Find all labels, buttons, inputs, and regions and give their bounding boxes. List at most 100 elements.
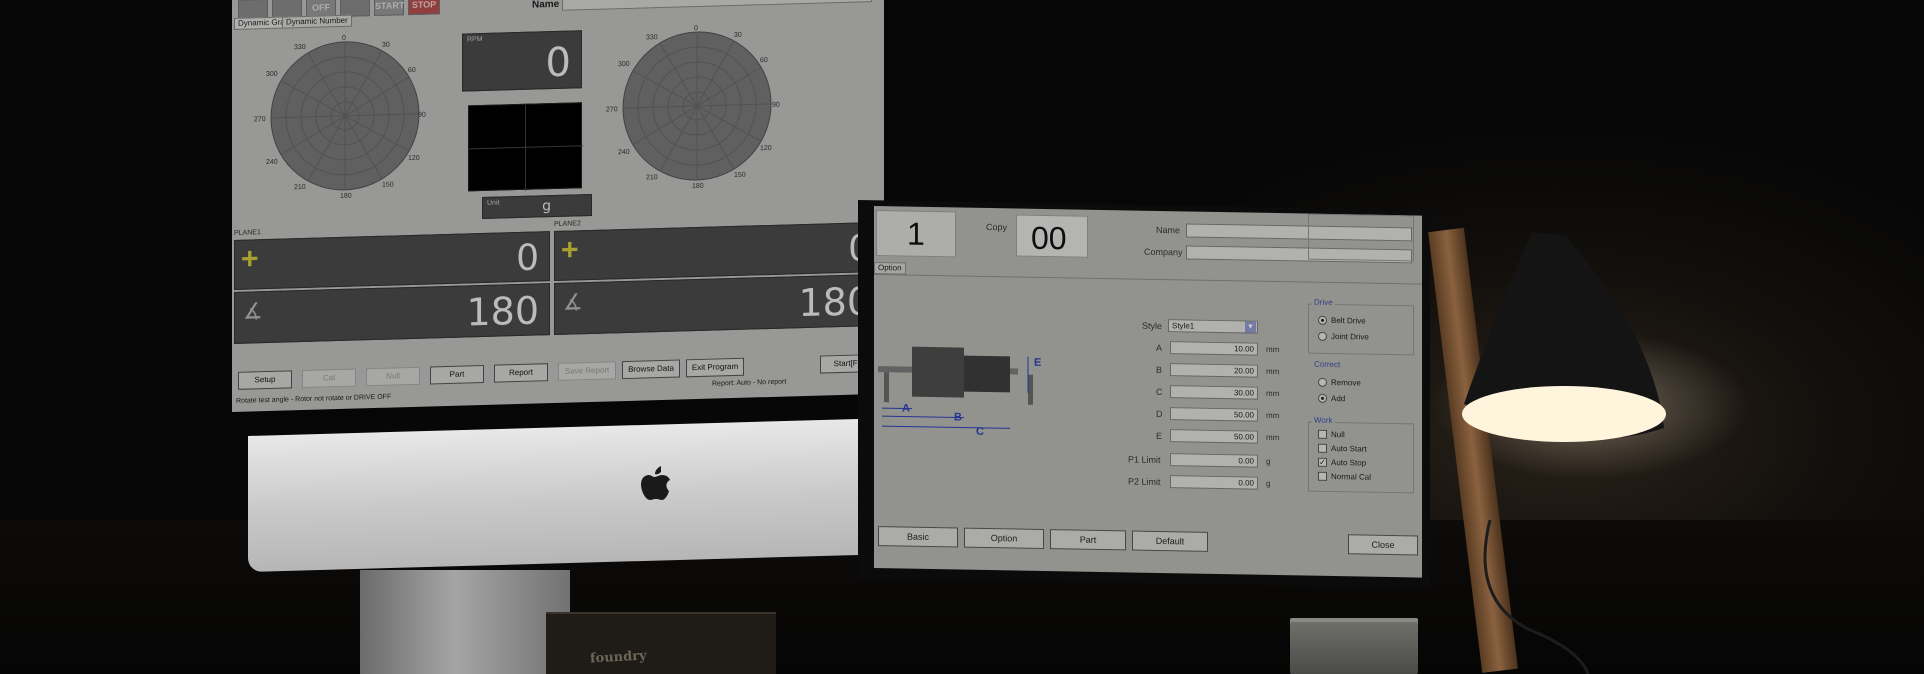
plane1-angle-panel: ∡ 180 <box>234 283 550 344</box>
option-button[interactable]: Option <box>964 527 1044 549</box>
unit-display: Unit g <box>482 193 592 220</box>
copy-label: Copy <box>986 221 1008 233</box>
polar2-tick-120: 120 <box>760 144 772 153</box>
dim-e-input[interactable]: 50.00 <box>1170 429 1258 444</box>
default-button[interactable]: Default <box>1132 530 1208 552</box>
polar2-tick-0: 0 <box>694 24 698 33</box>
checkbox-icon <box>1318 429 1327 439</box>
basic-button[interactable]: Basic <box>878 526 958 548</box>
polar2-tick-90: 90 <box>772 101 780 109</box>
diagram-label-a: A <box>902 402 910 415</box>
lamp-cable <box>1483 520 1590 674</box>
tab-option[interactable]: Option <box>874 262 906 275</box>
p1-limit-unit: g <box>1266 456 1271 466</box>
polar1-tick-180: 180 <box>340 192 352 200</box>
polar2-tick-30: 30 <box>734 31 742 39</box>
radio-selected-icon <box>1318 315 1327 325</box>
polar-chart-plane1 <box>270 41 420 191</box>
polar1-tick-330: 330 <box>294 43 306 52</box>
correct-group-title: Correct <box>1312 359 1343 370</box>
unit-value: g <box>542 198 551 215</box>
rpm-value: 0 <box>545 39 571 87</box>
angle-icon: ∡ <box>563 289 583 315</box>
name-input[interactable] <box>562 0 872 11</box>
dim-b-label: B <box>1156 364 1163 376</box>
name-label: Name <box>1156 224 1181 236</box>
joint-drive-radio[interactable]: Joint Drive <box>1318 331 1369 342</box>
tab-dynamic-number[interactable]: Dynamic Number <box>282 14 352 29</box>
normal-cal-label: Normal Cal <box>1331 471 1372 482</box>
p2-limit-unit: g <box>1266 478 1271 488</box>
joint-drive-label: Joint Drive <box>1331 331 1369 342</box>
null-checkbox[interactable]: Null <box>1318 429 1345 439</box>
plane1-amount-value: 0 <box>516 237 539 280</box>
add-radio[interactable]: Add <box>1318 393 1345 403</box>
polar2-tick-270: 270 <box>606 106 618 114</box>
dim-d-input[interactable]: 50.00 <box>1170 407 1258 422</box>
toolbar-start-button[interactable]: START <box>374 0 404 17</box>
polar1-tick-90: 90 <box>418 111 426 119</box>
concrete-pot <box>1290 622 1418 674</box>
imac-stand <box>360 570 570 674</box>
balancing-app-main-window: OFF START STOP Name Dynamic Graph Dynami… <box>232 0 884 412</box>
tab-divider <box>874 274 1422 285</box>
plane1-amount-panel: + 0 <box>234 231 550 290</box>
null-button[interactable]: Null <box>366 366 420 387</box>
polar1-tick-150: 150 <box>382 181 394 189</box>
dim-a-label: A <box>1156 342 1163 354</box>
part-button[interactable]: Part <box>430 364 484 385</box>
status-bar-right: Report: Auto - No report <box>712 378 787 388</box>
save-report-button[interactable]: Save Report <box>558 361 616 381</box>
report-button[interactable]: Report <box>494 363 548 383</box>
p2-limit-label: P2 Limit <box>1128 476 1161 488</box>
imac-chin <box>248 417 920 572</box>
company-label: Company <box>1144 246 1183 258</box>
part-button[interactable]: Part <box>1050 529 1126 551</box>
dim-b-input[interactable]: 20.00 <box>1170 363 1258 378</box>
dim-c-input[interactable]: 30.00 <box>1170 385 1258 400</box>
dim-d-unit: mm <box>1266 410 1280 421</box>
plane2-angle-panel: ∡ 180 <box>554 273 882 336</box>
vector-scope <box>468 102 583 192</box>
belt-drive-radio[interactable]: Belt Drive <box>1318 315 1366 326</box>
apple-logo-icon <box>641 466 670 500</box>
remove-radio[interactable]: Remove <box>1318 377 1361 388</box>
browse-data-button[interactable]: Browse Data <box>622 359 680 380</box>
polar1-tick-0: 0 <box>342 34 346 42</box>
dim-e-unit: mm <box>1266 432 1280 443</box>
polar2-tick-330: 330 <box>646 34 658 42</box>
status-bar-left: Rotate test angle - Rotor not rotate or … <box>236 393 392 405</box>
setup-button[interactable]: Setup <box>238 370 292 390</box>
auto-start-checkbox[interactable]: Auto Start <box>1318 443 1367 454</box>
work-group-title: Work <box>1312 415 1335 426</box>
name-label: Name <box>532 0 560 11</box>
dim-b-unit: mm <box>1266 366 1280 377</box>
close-button[interactable]: Close <box>1348 534 1418 556</box>
dim-c-label: C <box>1156 386 1163 398</box>
diagram-label-c: C <box>976 425 984 438</box>
part-settings-window: 1 Copy 00 Name Company Option A B C E St… <box>874 206 1422 578</box>
desk-lamp-shade <box>1462 232 1666 442</box>
cal-button[interactable]: Cal <box>302 368 356 389</box>
polar2-tick-150: 150 <box>734 171 746 179</box>
toolbar-stop-button[interactable]: STOP <box>408 0 440 16</box>
chevron-down-icon[interactable]: ▼ <box>1245 321 1256 333</box>
rotor-dimension-diagram <box>878 346 1033 429</box>
dim-a-input[interactable]: 10.00 <box>1170 341 1258 356</box>
normal-cal-checkbox[interactable]: Normal Cal <box>1318 471 1372 482</box>
remove-label: Remove <box>1331 377 1361 388</box>
style-select[interactable]: Style1 ▼ <box>1168 319 1258 334</box>
polar1-tick-300: 300 <box>266 70 278 79</box>
plus-icon: + <box>241 242 259 276</box>
rpm-display: RPM 0 <box>462 30 582 92</box>
auto-stop-checkbox[interactable]: ✓ Auto Stop <box>1318 457 1366 468</box>
plane2-amount-panel: + 0 <box>554 221 882 282</box>
polar2-tick-60: 60 <box>760 57 768 65</box>
p2-limit-input[interactable]: 0.00 <box>1170 475 1258 490</box>
drive-group-title: Drive <box>1312 297 1335 308</box>
exit-program-button[interactable]: Exit Program <box>686 357 744 378</box>
p1-limit-input[interactable]: 0.00 <box>1170 453 1258 468</box>
plane2-label: PLANE2 <box>554 220 581 229</box>
book-cover-text: foundry <box>589 648 648 667</box>
plus-icon: + <box>561 233 579 267</box>
